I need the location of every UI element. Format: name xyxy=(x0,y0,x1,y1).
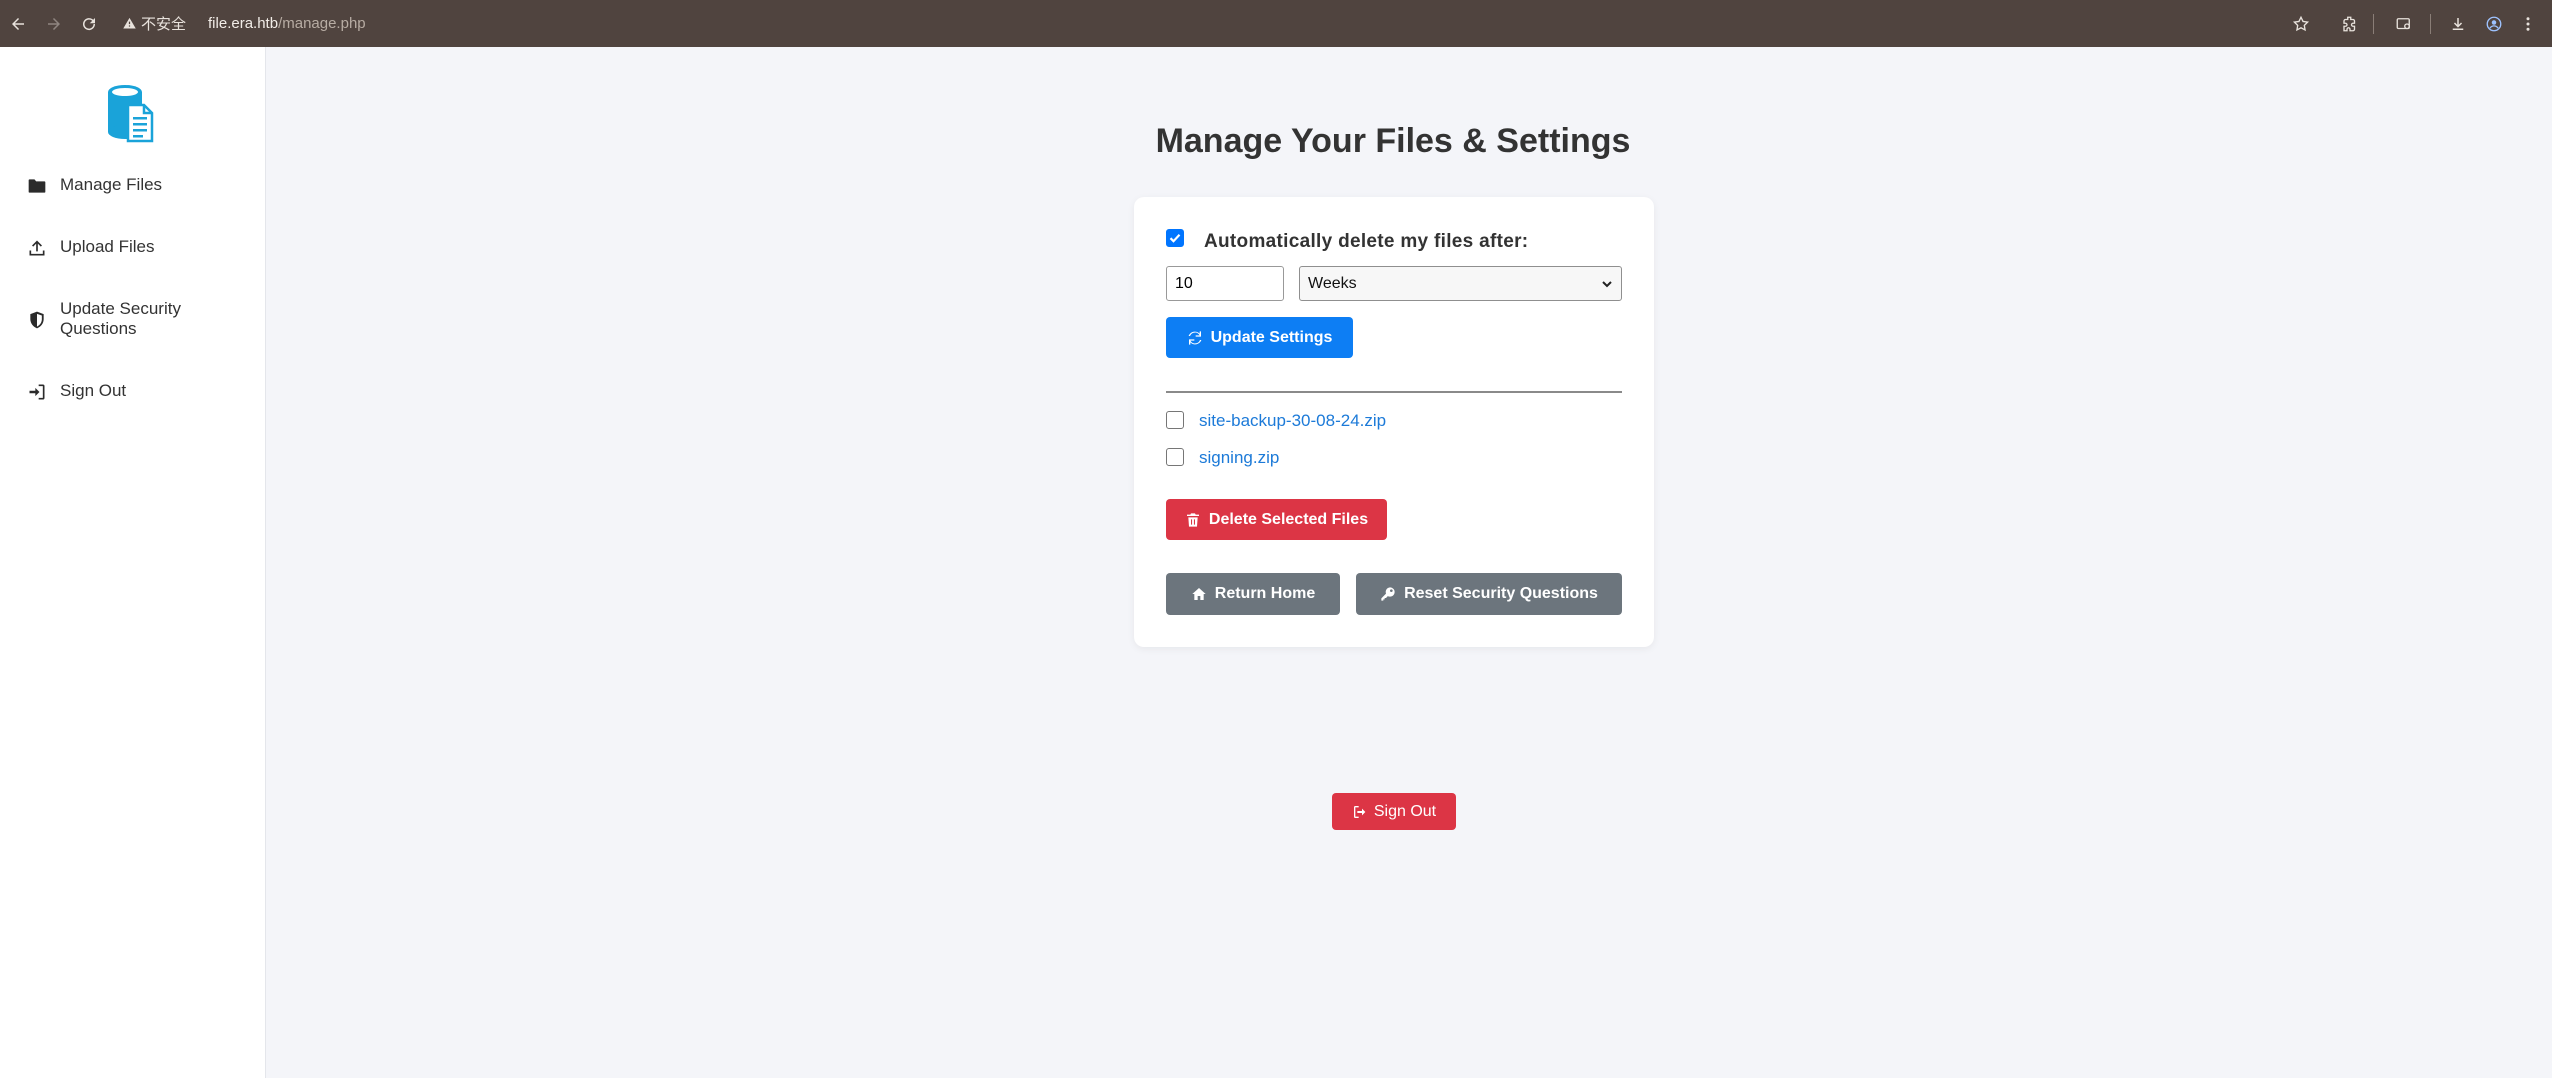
auto-delete-checkbox[interactable] xyxy=(1166,229,1184,247)
bookmark-star-icon[interactable] xyxy=(2287,10,2315,38)
warning-icon xyxy=(123,17,136,29)
security-warning[interactable]: 不安全 xyxy=(122,13,186,34)
key-icon xyxy=(1381,587,1395,601)
address-bar[interactable]: 不安全 file.era.htb/manage.php xyxy=(122,0,366,47)
forward-icon[interactable] xyxy=(40,10,68,38)
sidebar-item-label: Upload Files xyxy=(60,237,155,256)
sidebar-item-label: Update Security Questions xyxy=(60,299,181,338)
sidebar-item-label: Sign Out xyxy=(60,381,127,400)
sidebar-item-label: Manage Files xyxy=(60,175,163,194)
trash-icon xyxy=(1186,512,1199,527)
delete-selected-files-button[interactable]: Delete Selected Files xyxy=(1166,499,1387,540)
settings-card: Automatically delete my files after: Wee… xyxy=(1134,197,1654,647)
sidebar-item-sign-out[interactable]: Sign Out xyxy=(26,381,210,403)
chevron-down-icon xyxy=(1602,280,1612,287)
reset-security-label: Reset Security Questions xyxy=(1404,585,1598,602)
sidebar-item-manage-files[interactable]: Manage Files xyxy=(26,175,210,197)
toolbar-separator xyxy=(2373,14,2374,34)
file-link-site-backup[interactable]: site-backup-30-08-24.zip xyxy=(1199,411,1386,431)
unit-select-value: Weeks xyxy=(1308,274,1357,292)
unit-select[interactable]: Weeks xyxy=(1299,266,1622,301)
sidebar-item-update-security-questions[interactable]: Update Security Questions xyxy=(26,299,210,339)
page-title: Manage Your Files & Settings xyxy=(1155,122,1631,160)
update-settings-button[interactable]: Update Settings xyxy=(1166,317,1353,358)
sign-out-label: Sign Out xyxy=(1373,802,1437,820)
logo-icon xyxy=(106,83,156,143)
extensions-icon[interactable] xyxy=(2336,10,2364,38)
return-home-label: Return Home xyxy=(1214,585,1316,602)
sign-out-icon xyxy=(1353,805,1366,818)
browser-toolbar: 不安全 file.era.htb/manage.php xyxy=(0,0,2552,47)
toolbar-separator xyxy=(2430,14,2431,34)
upload-icon xyxy=(26,237,48,259)
media-search-icon[interactable] xyxy=(2390,10,2418,38)
sidebar: Manage Files Upload Files Update Securit… xyxy=(0,47,266,1078)
sign-in-icon xyxy=(26,381,48,403)
update-settings-label: Update Settings xyxy=(1210,328,1333,346)
file-link-signing[interactable]: signing.zip xyxy=(1199,448,1279,468)
sync-icon xyxy=(1188,330,1201,345)
duration-input[interactable] xyxy=(1166,266,1284,301)
download-icon[interactable] xyxy=(2444,10,2472,38)
security-label: 不安全 xyxy=(141,16,187,33)
auto-delete-label: Automatically delete my files after: xyxy=(1204,231,1529,252)
divider xyxy=(1166,391,1622,393)
profile-icon[interactable] xyxy=(2480,10,2508,38)
url-path: /manage.php xyxy=(278,15,366,32)
reload-icon[interactable] xyxy=(75,10,103,38)
reset-security-questions-button[interactable]: Reset Security Questions xyxy=(1356,573,1622,615)
menu-kebab-icon[interactable] xyxy=(2514,10,2542,38)
file-checkbox[interactable] xyxy=(1166,411,1184,429)
back-icon[interactable] xyxy=(4,10,32,38)
file-checkbox[interactable] xyxy=(1166,448,1184,466)
delete-selected-label: Delete Selected Files xyxy=(1208,510,1369,528)
sidebar-item-upload-files[interactable]: Upload Files xyxy=(26,237,210,259)
shield-icon xyxy=(26,309,48,331)
folder-icon xyxy=(26,175,48,197)
url-host: file.era.htb xyxy=(208,15,279,32)
home-icon xyxy=(1192,588,1206,600)
sign-out-button[interactable]: Sign Out xyxy=(1332,793,1456,830)
return-home-button[interactable]: Return Home xyxy=(1166,573,1340,615)
